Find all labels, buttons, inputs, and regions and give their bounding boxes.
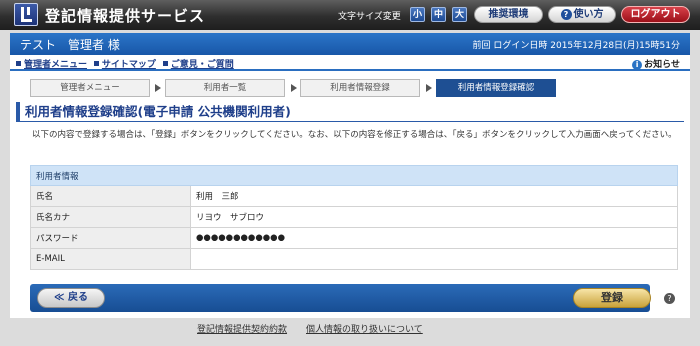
action-bar: ≪ 戻る 登録 (30, 284, 651, 312)
step-arrow-icon (426, 84, 432, 92)
font-size-small-button[interactable]: 小 (410, 7, 425, 22)
field-value-password: ●●●●●●●●●●●● (190, 227, 678, 249)
instruction-text: 以下の内容で登録する場合は、「登録」ボタンをクリックしてください。なお、以下の内… (32, 130, 677, 140)
help-icon[interactable]: ? (664, 293, 675, 304)
user-name: テスト 管理者 様 (20, 38, 120, 52)
table-row: パスワード ●●●●●●●●●●●● (30, 227, 678, 249)
step-user-list: 利用者一覧 (165, 79, 285, 97)
table-row: 氏名カナ リヨウ サブロウ (30, 206, 678, 228)
font-size-label: 文字サイズ変更 (338, 12, 401, 22)
square-bullet-icon (162, 61, 168, 66)
font-size-large-button[interactable]: 大 (452, 7, 467, 22)
step-arrow-icon (155, 84, 161, 92)
user-bar: テスト 管理者 様 前回 ログイン日時 2015年12月28日(月)15時51分 (10, 33, 690, 55)
field-label-name: 氏名 (30, 185, 191, 207)
field-value-name-kana: リヨウ サブロウ (190, 206, 678, 228)
footer-link-terms-text[interactable]: 登記情報提供契約約款 (197, 325, 287, 335)
table-row: E-MAIL (30, 248, 678, 270)
site-logo-icon (14, 3, 38, 26)
question-icon: ? (560, 9, 572, 20)
step-registration-confirm: 利用者情報登録確認 (436, 79, 556, 97)
logout-button[interactable]: ログアウト (621, 6, 690, 23)
top-bar: 登記情報提供サービス 文字サイズ変更 小 中 大 推奨環境 ? 使い方 ログアウト (0, 0, 700, 30)
section-header: 利用者情報 (30, 165, 678, 186)
usage-button-label: 使い方 (573, 9, 604, 20)
field-label-name-kana: 氏名カナ (30, 206, 191, 228)
field-label-password: パスワード (30, 227, 191, 249)
register-button[interactable]: 登録 (573, 288, 651, 308)
footer-link-privacy-text[interactable]: 個人情報の取り扱いについて (306, 325, 423, 335)
site-title: 登記情報提供サービス (45, 7, 206, 25)
main-panel: 管理者メニュー サイトマップ ご意見・ご質問 i お知らせ 管理者メニュー 利用者… (10, 55, 690, 318)
table-row: 氏名 利用 三郎 (30, 185, 678, 207)
step-arrow-icon (291, 84, 297, 92)
page-title: 利用者情報登録確認(電子申請 公共機関利用者) (16, 102, 684, 122)
footer-link-privacy[interactable]: 個人情報の取り扱いについて (306, 322, 423, 335)
font-size-medium-button[interactable]: 中 (431, 7, 446, 22)
recommended-env-button[interactable]: 推奨環境 (474, 6, 543, 23)
step-user-registration: 利用者情報登録 (300, 79, 420, 97)
nav-divider (10, 69, 690, 71)
step-admin-menu: 管理者メニュー (30, 79, 150, 97)
user-info-table: 利用者情報 氏名 利用 三郎 氏名カナ リヨウ サブロウ パスワード ●●●●●… (30, 165, 678, 270)
usage-button[interactable]: ? 使い方 (548, 6, 616, 23)
field-value-email (190, 248, 678, 270)
field-label-email: E-MAIL (30, 248, 191, 270)
last-login: 前回 ログイン日時 2015年12月28日(月)15時51分 (472, 41, 680, 51)
square-bullet-icon (16, 61, 21, 66)
field-value-name: 利用 三郎 (190, 185, 678, 207)
square-bullet-icon (93, 61, 99, 66)
back-button[interactable]: ≪ 戻る (37, 288, 105, 308)
footer-link-terms[interactable]: 登記情報提供契約約款 (197, 322, 287, 335)
